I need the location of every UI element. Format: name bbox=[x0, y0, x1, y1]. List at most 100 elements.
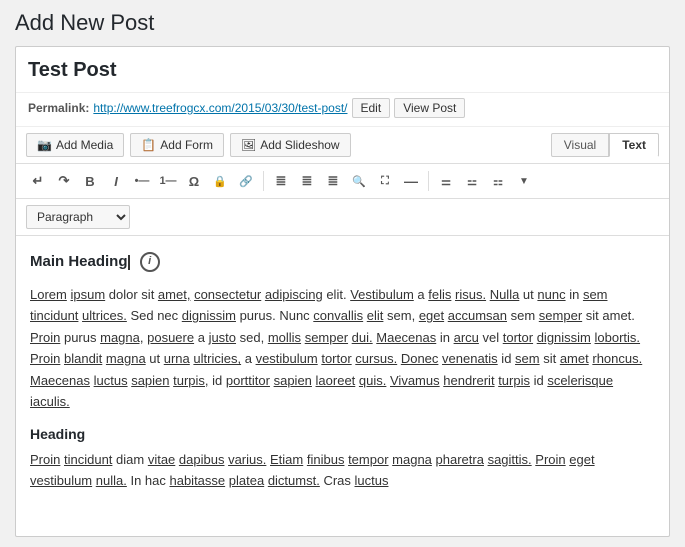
link-vestibulum[interactable]: Vestibulum bbox=[350, 287, 414, 302]
link-tempor[interactable]: tempor bbox=[348, 452, 388, 467]
link-proin2[interactable]: Proin bbox=[30, 351, 60, 366]
link-porttitor[interactable]: porttitor bbox=[226, 373, 270, 388]
link-turpis[interactable]: turpis, bbox=[173, 373, 208, 388]
link-donec[interactable]: Donec bbox=[401, 351, 439, 366]
view-post-button[interactable]: View Post bbox=[394, 98, 465, 118]
link-proin4[interactable]: Proin bbox=[535, 452, 565, 467]
link-urna[interactable]: urna bbox=[164, 351, 190, 366]
link-rhoncus[interactable]: rhoncus. bbox=[592, 351, 642, 366]
align-right-button[interactable]: ≣ bbox=[321, 169, 345, 193]
link-sem[interactable]: sem bbox=[583, 287, 608, 302]
hr-button[interactable]: — bbox=[399, 169, 423, 193]
link-lorem[interactable]: Lorem bbox=[30, 287, 67, 302]
link-dictumst[interactable]: dictumst. bbox=[268, 473, 320, 488]
image-button[interactable]: ⛶ bbox=[373, 169, 397, 193]
link-tincidunt[interactable]: tincidunt bbox=[64, 452, 112, 467]
link-laoreet[interactable]: laoreet bbox=[316, 373, 356, 388]
link-tincidunt[interactable]: tincidunt bbox=[30, 308, 78, 323]
link-luctus[interactable]: luctus bbox=[94, 373, 128, 388]
link-ultricies[interactable]: ultricies, bbox=[193, 351, 241, 366]
link-accumsan[interactable]: accumsan bbox=[448, 308, 507, 323]
link-convallis[interactable]: convallis bbox=[313, 308, 363, 323]
link-vivamus[interactable]: Vivamus bbox=[390, 373, 440, 388]
bullet-list-button[interactable]: •— bbox=[130, 169, 154, 193]
link-proin[interactable]: Proin bbox=[30, 330, 60, 345]
search-replace-button[interactable]: 🔍 bbox=[347, 169, 371, 193]
link-iaculis[interactable]: iaculis. bbox=[30, 394, 70, 409]
link-etiam[interactable]: Etiam bbox=[270, 452, 303, 467]
link-varius[interactable]: varius. bbox=[228, 452, 266, 467]
permalink-url[interactable]: http://www.treefrogcx.com/2015/03/30/tes… bbox=[93, 101, 347, 115]
link-dapibus[interactable]: dapibus bbox=[179, 452, 225, 467]
link-arcu[interactable]: arcu bbox=[454, 330, 479, 345]
table-button-3[interactable]: ⚏ bbox=[486, 169, 510, 193]
link-maecenas2[interactable]: Maecenas bbox=[30, 373, 90, 388]
link-sagittis[interactable]: sagittis. bbox=[488, 452, 532, 467]
italic-button[interactable]: I bbox=[104, 169, 128, 193]
link-felis[interactable]: felis bbox=[428, 287, 451, 302]
link-hendrerit[interactable]: hendrerit bbox=[443, 373, 494, 388]
editor-body[interactable]: Main Heading Lorem ipsum dolor sit amet,… bbox=[16, 236, 669, 536]
link-elit[interactable]: elit bbox=[367, 308, 384, 323]
align-left-button[interactable]: ≣ bbox=[269, 169, 293, 193]
link-sem2[interactable]: sem bbox=[515, 351, 540, 366]
lock-button[interactable]: 🔒 bbox=[208, 169, 232, 193]
link-ipsum[interactable]: ipsum bbox=[70, 287, 105, 302]
table-button-2[interactable]: ⚍ bbox=[460, 169, 484, 193]
link-scelerisque[interactable]: scelerisque bbox=[547, 373, 613, 388]
link-tortor[interactable]: tortor bbox=[503, 330, 533, 345]
link-magna3[interactable]: magna bbox=[392, 452, 432, 467]
omega-button[interactable]: Ω bbox=[182, 169, 206, 193]
link-vestibulum[interactable]: vestibulum bbox=[256, 351, 318, 366]
add-form-button[interactable]: 📋 Add Form bbox=[130, 133, 224, 157]
edit-permalink-button[interactable]: Edit bbox=[352, 98, 391, 118]
link-semper2[interactable]: semper bbox=[305, 330, 348, 345]
link-nunc[interactable]: nunc bbox=[537, 287, 565, 302]
link-sapien2[interactable]: sapien bbox=[274, 373, 312, 388]
undo-button[interactable]: ↵ bbox=[26, 169, 50, 193]
link-mollis[interactable]: mollis bbox=[268, 330, 301, 345]
link-nulla[interactable]: Nulla bbox=[490, 287, 520, 302]
link-sapien[interactable]: sapien bbox=[131, 373, 169, 388]
link-amet[interactable]: amet, bbox=[158, 287, 191, 302]
link-platea[interactable]: platea bbox=[229, 473, 264, 488]
link-lobortis[interactable]: lobortis. bbox=[595, 330, 641, 345]
link-semper[interactable]: semper bbox=[539, 308, 582, 323]
numbered-list-button[interactable]: 1— bbox=[156, 169, 180, 193]
link-ultrices[interactable]: ultrices. bbox=[82, 308, 127, 323]
paragraph-format-select[interactable]: Paragraph Heading 1 Heading 2 Heading 3 … bbox=[26, 205, 130, 229]
link-proin3[interactable]: Proin bbox=[30, 452, 60, 467]
link-posuere[interactable]: posuere bbox=[147, 330, 194, 345]
link-magna[interactable]: magna, bbox=[100, 330, 143, 345]
more-options-button[interactable]: ▼ bbox=[512, 169, 536, 193]
link-justo[interactable]: justo bbox=[209, 330, 236, 345]
link-risus[interactable]: risus. bbox=[455, 287, 486, 302]
link-luctus2[interactable]: luctus bbox=[355, 473, 389, 488]
link-consectetur[interactable]: consectetur bbox=[194, 287, 261, 302]
align-center-button[interactable]: ≣ bbox=[295, 169, 319, 193]
link-dignissim2[interactable]: dignissim bbox=[537, 330, 591, 345]
link-eget[interactable]: eget bbox=[419, 308, 444, 323]
link-tortor2[interactable]: tortor bbox=[321, 351, 351, 366]
link-blandit[interactable]: blandit bbox=[64, 351, 102, 366]
link-vestibulum2[interactable]: vestibulum bbox=[30, 473, 92, 488]
link-dignissim[interactable]: dignissim bbox=[182, 308, 236, 323]
link-habitasse[interactable]: habitasse bbox=[169, 473, 225, 488]
link-magna2[interactable]: magna bbox=[106, 351, 146, 366]
link-vitae[interactable]: vitae bbox=[148, 452, 175, 467]
link-dui[interactable]: dui. bbox=[352, 330, 373, 345]
table-button-1[interactable]: ⚌ bbox=[434, 169, 458, 193]
link-cursus[interactable]: cursus. bbox=[355, 351, 397, 366]
link-eget[interactable]: eget bbox=[569, 452, 594, 467]
link-adipiscing[interactable]: adipiscing bbox=[265, 287, 323, 302]
link-finibus[interactable]: finibus bbox=[307, 452, 345, 467]
add-media-button[interactable]: 📷 Add Media bbox=[26, 133, 124, 157]
link-button[interactable]: 🔗 bbox=[234, 169, 258, 193]
link-amet2[interactable]: amet bbox=[560, 351, 589, 366]
link-nulla[interactable]: nulla. bbox=[96, 473, 127, 488]
bold-button[interactable]: B bbox=[78, 169, 102, 193]
link-pharetra[interactable]: pharetra bbox=[436, 452, 484, 467]
tab-text[interactable]: Text bbox=[609, 133, 659, 157]
add-slideshow-button[interactable]: 🖼 Add Slideshow bbox=[230, 133, 351, 157]
tab-visual[interactable]: Visual bbox=[551, 133, 609, 157]
